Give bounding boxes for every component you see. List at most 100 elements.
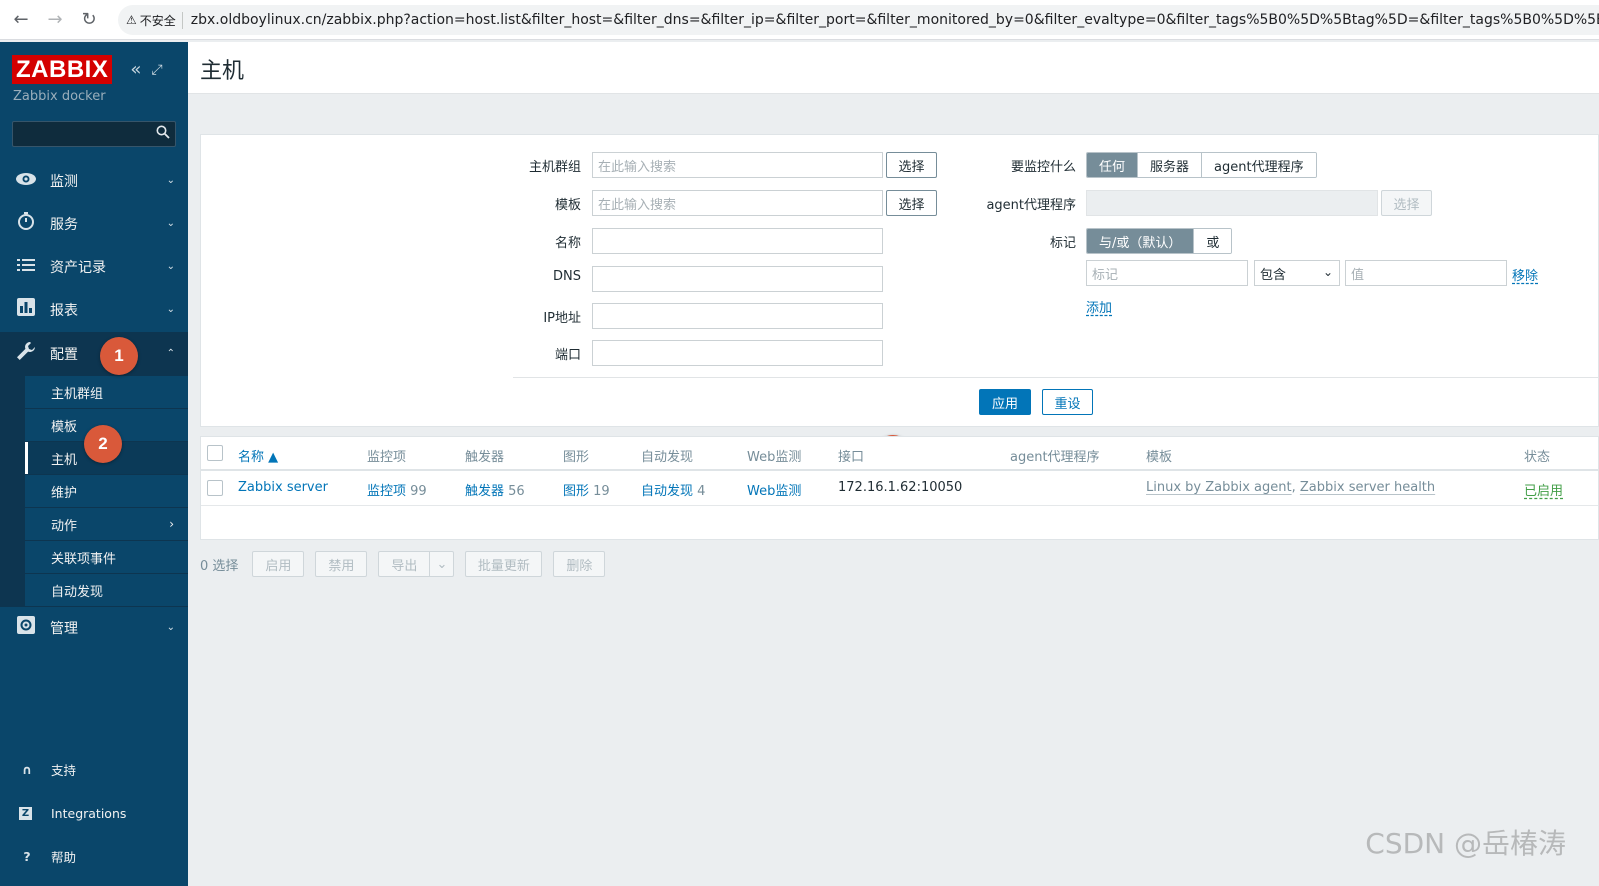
page-title: 主机 xyxy=(200,59,245,84)
mass-update-button[interactable]: 批量更新 xyxy=(465,551,543,577)
tag-add-link[interactable]: 添加 xyxy=(1086,297,1112,316)
graphs-link[interactable]: 图形 xyxy=(563,484,589,499)
templates-select-button[interactable]: 选择 xyxy=(886,190,937,216)
page-header: 主机 xyxy=(188,42,1599,94)
chevron-up-icon: ⌃ xyxy=(166,348,175,359)
menu-integrations[interactable]: Z Integrations xyxy=(0,793,188,833)
tag-eval-or[interactable]: 或 xyxy=(1194,229,1232,253)
chevron-down-icon[interactable]: ⌄ xyxy=(429,552,453,576)
configuration-submenu: 主机群组 模板 主机 维护 动作 › 关联项事件 自动发现 xyxy=(0,375,188,607)
row-checkbox[interactable] xyxy=(207,480,223,496)
tag-operator-value: 包含 xyxy=(1260,267,1287,283)
z-icon: Z xyxy=(19,806,32,820)
monitored-by-proxy[interactable]: agent代理程序 xyxy=(1202,153,1316,177)
filter-divider xyxy=(513,377,1599,378)
monitored-by-any[interactable]: 任何 xyxy=(1087,153,1139,177)
menu-services[interactable]: 服务 ⌄ xyxy=(0,202,188,245)
discovery-link[interactable]: 自动发现 xyxy=(641,484,693,499)
proxy-select-button: 选择 xyxy=(1381,190,1432,216)
chevron-down-icon: ⌄ xyxy=(166,175,175,186)
menu-administration[interactable]: 管理 ⌄ xyxy=(0,606,188,649)
menu-label: 配置 xyxy=(50,346,78,363)
select-all-checkbox[interactable] xyxy=(207,445,223,461)
discovery-count: 4 xyxy=(697,484,706,499)
collapse-sidebar-icon[interactable]: « xyxy=(130,59,141,80)
delete-button[interactable]: 删除 xyxy=(553,551,606,577)
header-interface: 接口 xyxy=(838,450,865,465)
ip-input[interactable] xyxy=(592,303,883,329)
tag-remove-link[interactable]: 移除 xyxy=(1512,265,1538,284)
web-link[interactable]: Web监测 xyxy=(747,484,801,499)
menu-monitoring[interactable]: 监测 ⌄ xyxy=(0,159,188,202)
annotation-badge-2: 2 xyxy=(84,425,122,463)
template-link-2[interactable]: Zabbix server health xyxy=(1300,480,1435,495)
wrench-icon xyxy=(14,341,38,366)
menu-label: 服务 xyxy=(50,216,78,233)
submenu-maintenance[interactable]: 维护 xyxy=(25,475,188,507)
host-groups-label: 主机群组 xyxy=(528,160,581,175)
search-icon[interactable] xyxy=(156,125,170,143)
monitored-by-toggle: 任何 服务器 agent代理程序 xyxy=(1086,152,1317,178)
port-input[interactable] xyxy=(592,340,883,366)
chevron-down-icon: ⌄ xyxy=(166,218,175,229)
sidebar-search-input[interactable] xyxy=(12,121,176,147)
help-icon: ? xyxy=(23,848,31,864)
chevron-down-icon: ⌄ xyxy=(166,622,175,633)
tag-eval-and-or[interactable]: 与/或（默认） xyxy=(1087,229,1195,253)
menu-reports[interactable]: 报表 ⌄ xyxy=(0,288,188,331)
reset-button[interactable]: 重设 xyxy=(1042,389,1093,415)
menu-support[interactable]: ∩ 支持 xyxy=(0,749,188,789)
back-icon[interactable]: ← xyxy=(4,3,38,37)
items-link[interactable]: 监控项 xyxy=(367,484,406,499)
host-name-link[interactable]: Zabbix server xyxy=(238,480,328,495)
triggers-link[interactable]: 触发器 xyxy=(465,484,504,499)
browser-toolbar: ← → ↻ ⚠ 不安全 zbx.oldboylinux.cn/zabbix.ph… xyxy=(0,0,1599,40)
disable-button[interactable]: 禁用 xyxy=(315,551,368,577)
warning-icon: ⚠ xyxy=(126,13,137,27)
reload-icon[interactable]: ↻ xyxy=(72,3,106,37)
header-web: Web监测 xyxy=(747,450,802,465)
mass-action-bar: 0 选择 启用 禁用 导出 ⌄ 批量更新 删除 xyxy=(200,551,616,577)
menu-help[interactable]: ? 帮助 xyxy=(0,836,188,876)
submenu-host-groups[interactable]: 主机群组 xyxy=(25,376,188,408)
dns-input[interactable] xyxy=(592,266,883,292)
export-label: 导出 xyxy=(391,558,418,574)
tag-value-input[interactable]: 值 xyxy=(1345,260,1507,286)
tags-label: 标记 xyxy=(1049,236,1076,251)
insecure-indicator[interactable]: ⚠ 不安全 xyxy=(126,11,183,29)
name-label: 名称 xyxy=(554,236,581,251)
header-triggers: 触发器 xyxy=(465,450,505,465)
apply-button[interactable]: 应用 xyxy=(979,389,1031,415)
table-row: Zabbix server 监控项 99 触发器 56 图形 19 自动发现 4… xyxy=(201,472,1598,506)
export-button[interactable]: 导出 ⌄ xyxy=(378,551,455,577)
tag-operator-select[interactable]: 包含 ⌄ xyxy=(1254,260,1340,286)
tag-name-input[interactable]: 标记 xyxy=(1086,260,1248,286)
menu-configuration[interactable]: 配置 ⌃ xyxy=(0,332,188,375)
address-bar[interactable]: ⚠ 不安全 zbx.oldboylinux.cn/zabbix.php?acti… xyxy=(118,5,1599,35)
chevron-down-icon: ⌄ xyxy=(166,261,175,272)
hosts-table: 名称 ▲ 监控项 触发器 图形 自动发现 Web监测 接口 agent代理程序 … xyxy=(200,436,1599,540)
logo-row: ZABBIX « ⤢ xyxy=(12,55,163,84)
name-input[interactable] xyxy=(592,228,883,254)
submenu-actions[interactable]: 动作 › xyxy=(25,508,188,540)
templates-input[interactable]: 在此输入搜索 xyxy=(592,190,883,216)
enable-button[interactable]: 启用 xyxy=(252,551,305,577)
template-link-1[interactable]: Linux by Zabbix agent xyxy=(1146,480,1292,495)
status-badge[interactable]: 已启用 xyxy=(1524,484,1563,499)
kiosk-mode-icon[interactable]: ⤢ xyxy=(151,62,162,78)
submenu-discovery[interactable]: 自动发现 xyxy=(25,574,188,606)
ip-label: IP地址 xyxy=(543,311,581,326)
zabbix-logo[interactable]: ZABBIX xyxy=(12,55,113,84)
header-name[interactable]: 名称 ▲ xyxy=(238,446,278,465)
host-groups-select-button[interactable]: 选择 xyxy=(886,152,937,178)
header-items: 监控项 xyxy=(367,450,407,465)
list-icon xyxy=(14,256,38,277)
url-text[interactable]: zbx.oldboylinux.cn/zabbix.php?action=hos… xyxy=(191,12,1599,28)
submenu-event-correlation[interactable]: 关联项事件 xyxy=(25,541,188,573)
menu-inventory[interactable]: 资产记录 ⌄ xyxy=(0,245,188,288)
host-groups-input[interactable]: 在此输入搜索 xyxy=(592,152,883,178)
monitored-by-server[interactable]: 服务器 xyxy=(1138,153,1203,177)
eye-icon xyxy=(14,170,38,191)
forward-icon[interactable]: → xyxy=(38,3,72,37)
menu-label: 帮助 xyxy=(51,849,77,865)
